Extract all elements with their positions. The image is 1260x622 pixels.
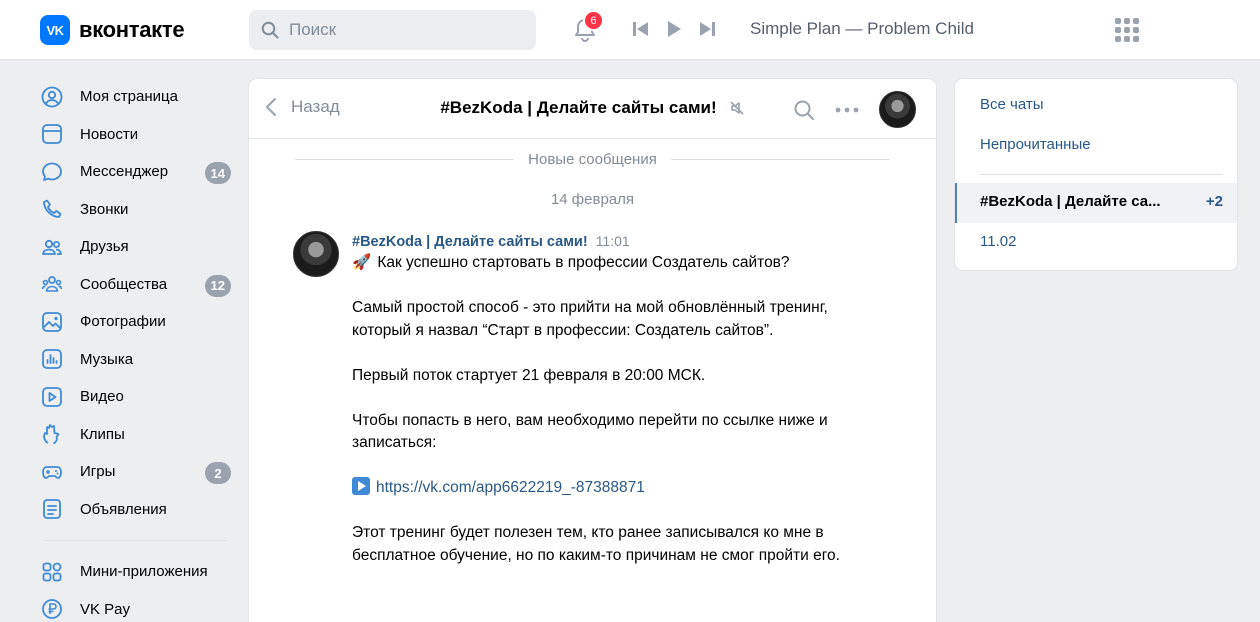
sidebar-item-label: Сообщества (80, 275, 168, 293)
chat-sub-item[interactable]: 11.02 (980, 233, 1016, 250)
chat-title: #BezKoda | Делайте сайты сами! (440, 98, 717, 117)
chat-filter-panel: Все чаты Непрочитанные #BezKoda | Делайт… (955, 79, 1237, 270)
sidebar-item-label: Фотографии (80, 313, 166, 331)
message-paragraph: Самый простой способ - это прийти на мой… (352, 299, 828, 339)
message-icon (40, 160, 64, 184)
filter-all-chats[interactable]: Все чаты (980, 96, 1044, 113)
active-chat-count: +2 (1205, 193, 1223, 210)
sidebar-item-photos[interactable]: Фотографии (40, 303, 235, 341)
sidebar-item-label: Видео (80, 388, 124, 406)
sidebar-item-music[interactable]: Музыка (40, 341, 235, 379)
sidebar-item-label: Мини-приложения (80, 563, 208, 581)
search-box[interactable] (249, 10, 536, 50)
services-grid-icon[interactable] (1115, 18, 1139, 42)
sidebar-item-label: VK Pay (80, 600, 131, 618)
vk-logo[interactable]: VK вконтакте (40, 15, 185, 45)
communities-icon (40, 272, 64, 296)
panel-divider (980, 174, 1223, 175)
sidebar-item-communities[interactable]: Сообщества 12 (40, 266, 235, 304)
new-messages-divider: Новые сообщения (295, 151, 890, 168)
audio-player-controls (632, 20, 716, 38)
active-chat-title: #BezKoda | Делайте са... (980, 193, 1161, 210)
user-circle-icon (40, 85, 64, 109)
message-body: #BezKoda | Делайте сайты сами! 11:01 🚀 Как… (352, 231, 852, 567)
sidebar-item-label: Звонки (80, 200, 129, 218)
message-author-avatar[interactable] (293, 231, 339, 277)
sidebar-item-news[interactable]: Новости (40, 116, 235, 154)
sidebar-item-label: Музыка (80, 350, 134, 368)
top-bar: VK вконтакте 6 Simple Plan — Problem Chi… (0, 0, 1260, 60)
new-messages-label: Новые сообщения (528, 151, 657, 168)
sidebar-item-label: Клипы (80, 425, 125, 443)
sidebar-item-ads[interactable]: Объявления (40, 491, 235, 529)
message-time: 11:01 (595, 233, 630, 249)
sidebar-item-messenger[interactable]: Мессенджер 14 (40, 153, 235, 191)
message-paragraph: Чтобы попасть в него, вам необходимо пер… (352, 411, 828, 452)
active-chat-item[interactable]: #BezKoda | Делайте са... +2 (955, 183, 1237, 223)
search-input[interactable] (289, 20, 509, 40)
sidebar-badge: 2 (205, 462, 231, 484)
games-icon (40, 460, 64, 484)
sidebar-item-vk-pay[interactable]: VK Pay (40, 591, 235, 622)
sidebar-item-label: Новости (80, 125, 139, 143)
play-button-icon (352, 477, 370, 495)
notifications-badge: 6 (583, 10, 604, 31)
rocket-icon: 🚀 (352, 254, 372, 271)
sidebar-item-label: Объявления (80, 500, 167, 518)
sidebar-item-calls[interactable]: Звонки (40, 191, 235, 229)
message-text: 🚀 Как успешно стартовать в профессии Созд… (352, 252, 852, 567)
friends-icon (40, 235, 64, 259)
chat-header-tools (793, 91, 916, 128)
newsfeed-icon (40, 122, 64, 146)
sidebar-item-label: Игры (80, 463, 116, 481)
vk-logo-icon: VK (40, 15, 70, 45)
vk-logo-text: вконтакте (79, 17, 185, 42)
sidebar-item-my-page[interactable]: Моя страница (40, 78, 235, 116)
left-sidebar: Моя страница Новости Мессенджер 14 Звонк… (40, 78, 235, 622)
chat-panel: Назад #BezKoda | Делайте сайты сами! Нов… (249, 79, 936, 622)
date-separator: 14 февраля (550, 191, 635, 208)
sidebar-item-video[interactable]: Видео (40, 378, 235, 416)
video-icon (40, 385, 64, 409)
next-track-icon[interactable] (698, 21, 716, 37)
message-paragraph: Этот тренинг будет полезен тем, кто ране… (352, 524, 840, 564)
more-icon[interactable] (835, 107, 859, 113)
mini-apps-icon (40, 560, 64, 584)
search-icon[interactable] (793, 99, 815, 121)
sidebar-item-label: Друзья (80, 238, 129, 256)
play-icon[interactable] (666, 20, 682, 38)
message-link[interactable]: https://vk.com/app6622219_-87388871 (376, 479, 645, 496)
phone-icon (40, 197, 64, 221)
message-line: Как успешно стартовать в профессии Созда… (377, 254, 790, 271)
sidebar-item-mini-apps[interactable]: Мини-приложения (40, 553, 235, 591)
ads-icon (40, 497, 64, 521)
message-author[interactable]: #BezKoda | Делайте сайты сами! (352, 234, 588, 250)
message-paragraph: Первый поток стартует 21 февраля в 20:00… (352, 366, 706, 384)
vkpay-icon (40, 597, 64, 621)
previous-track-icon[interactable] (632, 21, 650, 37)
chat-avatar[interactable] (879, 91, 916, 128)
sidebar-item-clips[interactable]: Клипы (40, 416, 235, 454)
filter-unread[interactable]: Непрочитанные (980, 136, 1091, 153)
now-playing-track[interactable]: Simple Plan — Problem Child (750, 19, 974, 39)
photo-icon (40, 310, 64, 334)
music-icon (40, 347, 64, 371)
sidebar-badge: 14 (204, 162, 231, 184)
sidebar-item-label: Мессенджер (80, 163, 169, 181)
sidebar-item-friends[interactable]: Друзья (40, 228, 235, 266)
sidebar-item-games[interactable]: Игры 2 (40, 453, 235, 491)
chat-header: Назад #BezKoda | Делайте сайты сами! (249, 79, 936, 139)
muted-icon (730, 101, 744, 115)
sidebar-item-label: Моя страница (80, 88, 178, 106)
search-icon (261, 21, 279, 39)
sidebar-badge: 12 (204, 274, 231, 297)
sidebar-divider (44, 540, 227, 541)
clips-icon (40, 422, 64, 446)
